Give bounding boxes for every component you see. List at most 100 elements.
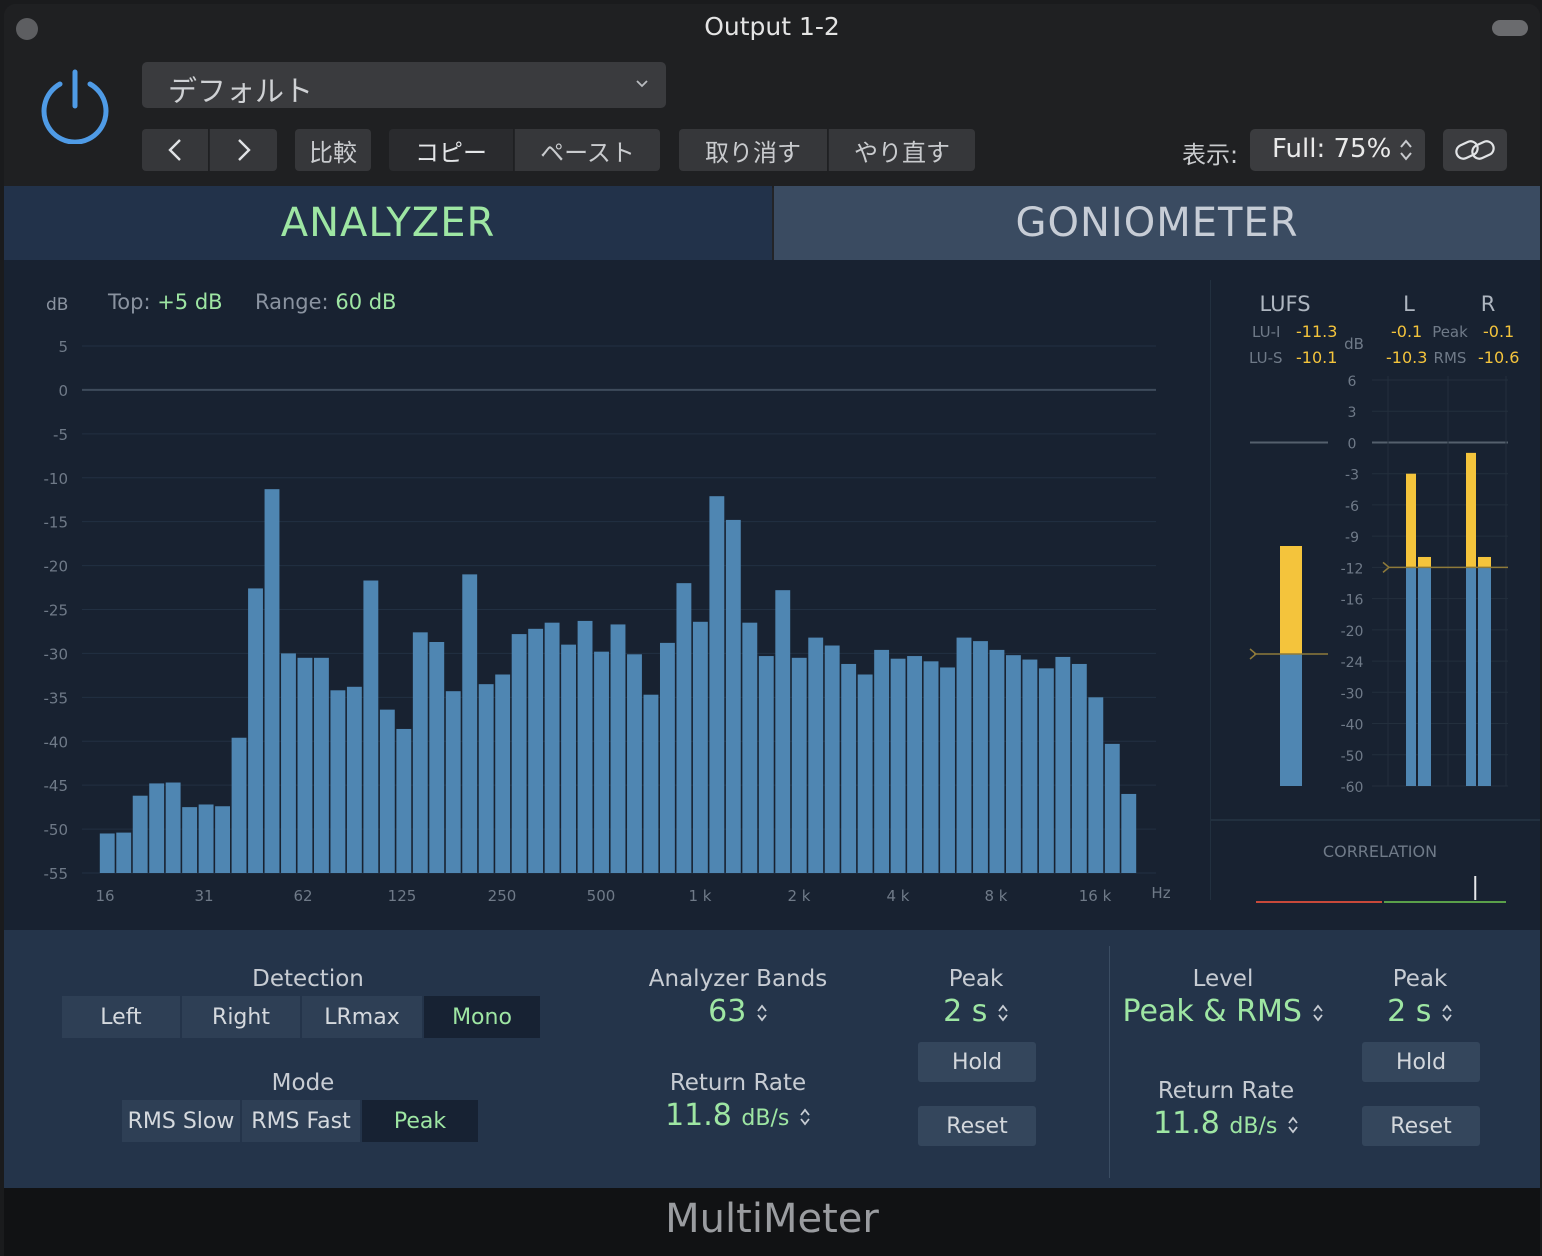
meter-scale-label: -24 [1341,655,1364,671]
left-channel-label: L [1403,292,1415,316]
spectrum-bar [248,588,263,873]
preset-menu[interactable]: デフォルト [142,62,666,108]
copy-button[interactable]: コピー [389,129,513,171]
chevron-left-icon [168,139,181,161]
up-down-arrows-icon [1312,1004,1323,1021]
window-title: Output 1-2 [704,12,840,41]
meter-scale-label: -12 [1341,561,1364,577]
spectrum-bar [676,583,692,873]
analyzer-bands-value: 63 [708,994,747,1029]
x-tick-label: 31 [194,887,213,905]
lu-s-label: LU-S [1249,349,1283,367]
spectrum-bar [264,489,280,873]
analyzer-bands-control[interactable]: 63 [628,994,848,1029]
analyzer-hold-button[interactable]: Hold [918,1042,1036,1082]
mode-option-rms-slow[interactable]: RMS Slow [122,1100,242,1142]
next-preset-button[interactable] [209,129,277,171]
meter-scale-label: -30 [1341,686,1364,702]
analyzer-reset-button[interactable]: Reset [918,1106,1036,1146]
spectrum-bar [544,622,560,873]
level-hold-button[interactable]: Hold [1362,1042,1480,1082]
lu-s-value: -10.1 [1296,348,1337,367]
x-tick-label: 500 [587,887,616,905]
detection-option-lrmax[interactable]: LRmax [302,996,424,1038]
plugin-footer: MultiMeter [4,1188,1540,1256]
previous-preset-button[interactable] [142,129,208,171]
x-tick-label: 16 k [1079,887,1112,905]
meter-scale-label: 0 [1348,436,1357,452]
meter-scale-label: 3 [1348,405,1357,421]
spectrum-bar [1055,656,1071,873]
spectrum-bar [215,806,231,873]
level-mode-control[interactable]: Peak & RMS [1098,994,1348,1029]
panel-divider [1109,946,1110,1178]
x-tick-label: 8 k [985,887,1008,905]
spectrum-bar [824,645,840,873]
link-button[interactable] [1443,129,1507,171]
spectrum-bar [1038,668,1054,873]
meter-scale-label: -9 [1345,530,1359,546]
level-reset-button[interactable]: Reset [1362,1106,1480,1146]
undo-button[interactable]: 取り消す [679,129,827,171]
right-peak-value: -0.1 [1483,322,1514,341]
spectrum-bar [412,632,428,873]
spectrum-bar [363,580,379,873]
analyzer-return-rate-label: Return Rate [669,1070,807,1096]
spectrum-bar [857,674,873,873]
spectrum-bar [165,782,181,873]
spectrum-bar [643,694,659,873]
plugin-header: Output 1-2 デフォルト 比較 コピー ペースト 取り消す やり直す 表… [4,4,1540,188]
power-icon[interactable] [38,68,112,144]
lu-i-value: -11.3 [1296,322,1337,341]
detection-option-right[interactable]: Right [182,996,302,1038]
preset-name: デフォルト [168,74,314,108]
view-size-select[interactable]: Full: 75% [1250,129,1425,171]
spectrum-bar [1071,663,1087,873]
meter-scale-label: -16 [1341,593,1364,609]
spectrum-bar [973,641,988,873]
spectrum-bar [1104,743,1120,873]
left-hold-bar [1418,556,1431,568]
analyzer-return-rate-control[interactable]: 11.8 dB/s [618,1098,858,1133]
spectrum-bar [561,644,577,873]
spectrum-bar [577,620,593,873]
detection-option-mono[interactable]: Mono [424,996,542,1038]
compare-button[interactable]: 比較 [295,129,371,171]
chevron-down-icon [636,80,648,88]
redo-button[interactable]: やり直す [828,129,975,171]
spectrum-bar [149,783,165,873]
spectrum-chart: 5 0 -5 -10 -15 -20 -25 -30 -35 -40 -45 -50 -55 16 31 62… [44,338,1171,905]
chevron-right-icon [237,139,251,161]
up-down-arrows-icon [998,1004,1008,1021]
correlation-label: CORRELATION [1323,842,1437,861]
tab-analyzer[interactable]: ANALYZER [4,186,772,260]
analyzer-peak-control[interactable]: 2 s [884,994,1068,1029]
spectrum-bar [907,656,923,873]
link-icon [1455,140,1495,160]
lufs-meter-bar [1280,654,1302,786]
spectrum-bar [758,656,774,873]
y-tick-label: -50 [44,821,69,839]
right-rms-bar [1466,567,1476,786]
x-tick-label: 125 [388,887,417,905]
level-peak-label: Peak [1392,966,1448,992]
tab-goniometer[interactable]: GONIOMETER [774,186,1540,260]
paste-button[interactable]: ペースト [514,129,660,171]
mode-option-peak[interactable]: Peak [362,1100,480,1142]
mode-option-rms-fast[interactable]: RMS Fast [242,1100,362,1142]
spectrum-bar [1005,655,1021,873]
spectrum-bar [775,590,791,873]
spectrum-bar [956,637,972,873]
detection-option-left[interactable]: Left [62,996,182,1038]
meter-db-label: dB [1344,335,1364,353]
window-size-button[interactable] [1492,20,1528,36]
mode-selector: RMS Slow RMS Fast Peak [122,1100,480,1142]
lufs-meter-peak [1280,546,1302,654]
level-peak-control[interactable]: 2 s [1328,994,1512,1029]
spectrum-bar [659,642,675,873]
up-down-arrows-icon [1442,1004,1452,1021]
spectrum-bar [495,674,511,873]
spectrum-bar [1088,697,1104,873]
level-return-rate-control[interactable]: 11.8 dB/s [1106,1106,1346,1141]
y-tick-label: 0 [58,382,68,400]
